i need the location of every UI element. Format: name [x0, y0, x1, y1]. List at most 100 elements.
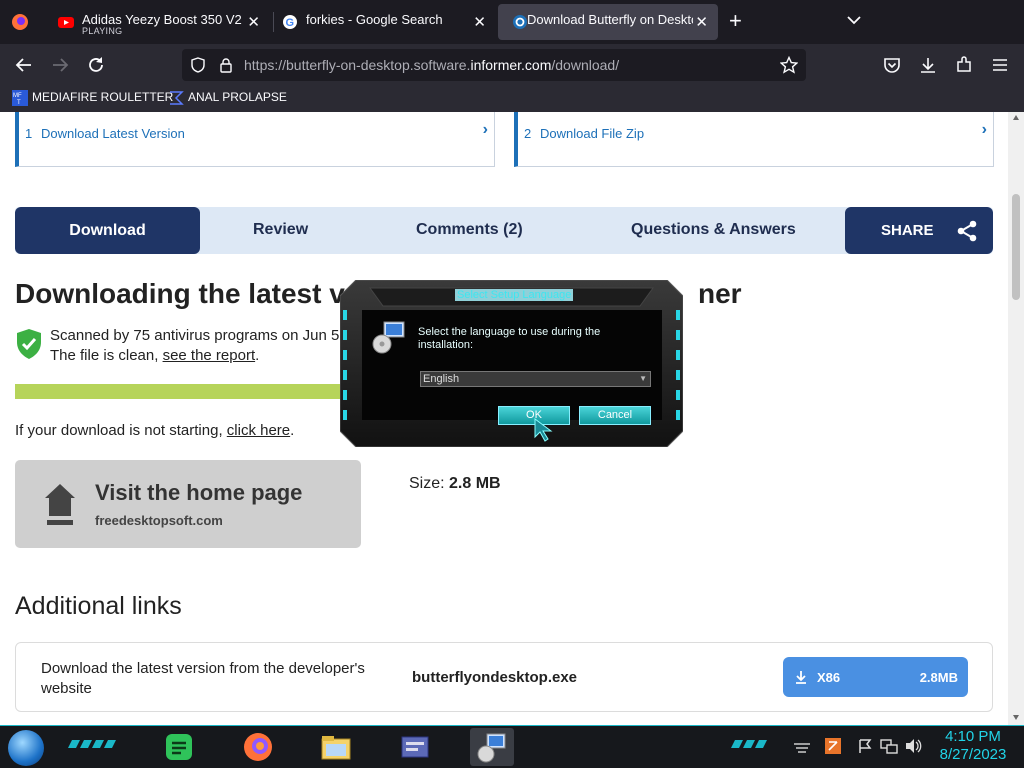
tab-google[interactable]: G forkies - Google Search ✕: [268, 4, 496, 40]
additional-link-row: Download the latest version from the dev…: [15, 642, 993, 712]
additional-links-heading: Additional links: [15, 592, 182, 620]
network-icon[interactable]: [880, 738, 898, 754]
share-icon: [957, 220, 977, 242]
tab-comments[interactable]: Comments (2): [416, 221, 523, 239]
firefox-icon[interactable]: [241, 730, 275, 764]
page-scrollbar[interactable]: [1008, 112, 1024, 725]
download-arrow-icon: [796, 671, 806, 684]
close-icon[interactable]: ✕: [247, 13, 260, 31]
page-tabs: Download Review Comments (2) Questions &…: [15, 207, 993, 254]
menu-icon[interactable]: [990, 55, 1010, 75]
svg-text:G: G: [286, 17, 295, 29]
browser-tab-bar: Adidas Yeezy Boost 350 V2 Bone PLAYING ✕…: [0, 0, 1024, 44]
extensions-icon[interactable]: [954, 55, 974, 75]
close-icon[interactable]: ✕: [695, 13, 708, 31]
taskbar-decoration: [68, 740, 116, 748]
download-icon[interactable]: [918, 55, 938, 75]
notes-app-icon[interactable]: [162, 730, 196, 764]
scroll-up-icon[interactable]: [1012, 114, 1020, 122]
back-arrow-icon[interactable]: [14, 55, 34, 75]
step-download-latest[interactable]: 1 Download Latest Version ›: [15, 112, 495, 167]
tab-questions-answers[interactable]: Questions & Answers: [631, 221, 796, 239]
pocket-icon[interactable]: [882, 55, 902, 75]
see-report-link[interactable]: see the report: [163, 347, 256, 364]
reload-icon[interactable]: [86, 55, 106, 75]
star-icon[interactable]: [780, 56, 798, 74]
lock-icon[interactable]: [218, 57, 234, 73]
bookmark-mediafire[interactable]: MF T MEDIAFIRE ROULETTER: [12, 90, 173, 106]
system-clock[interactable]: 4:10 PM 8/27/2023: [938, 728, 1008, 764]
step-number: 1: [25, 126, 33, 141]
language-select[interactable]: English ▼: [420, 371, 651, 387]
scroll-thumb[interactable]: [1012, 194, 1020, 300]
visit-homepage-button[interactable]: Visit the home page freedesktopsoft.com: [15, 460, 361, 548]
close-icon[interactable]: ✕: [473, 13, 486, 31]
not-starting-text: If your download is not starting, click …: [15, 422, 295, 439]
control-panel-icon[interactable]: [398, 730, 432, 764]
tab-youtube[interactable]: Adidas Yeezy Boost 350 V2 Bone PLAYING ✕: [44, 4, 270, 40]
file-size: Size: 2.8 MB: [409, 475, 501, 492]
page-title: Downloading the latest ve ner: [15, 278, 742, 309]
tray-app-icon[interactable]: [825, 738, 841, 754]
homepage-title: Visit the home page: [95, 480, 303, 505]
chevron-down-icon[interactable]: [846, 12, 862, 28]
clock-time: 4:10 PM: [945, 728, 1001, 745]
dropdown-arrow-icon: ▼: [639, 374, 647, 383]
link-filename: butterflyondesktop.exe: [412, 669, 578, 686]
tab-title: Download Butterfly on Desktop: [527, 12, 693, 27]
tab-review[interactable]: Review: [253, 221, 308, 239]
tab-informer[interactable]: Download Butterfly on Desktop ✕: [498, 4, 718, 40]
bookmark-item[interactable]: ANAL PROLAPSE: [168, 90, 287, 106]
youtube-icon: [58, 17, 74, 28]
tab-download[interactable]: Download: [15, 207, 200, 254]
setup-computer-icon: [372, 321, 405, 354]
tab-title: Adidas Yeezy Boost 350 V2 Bone: [82, 12, 244, 27]
taskbar: 4:10 PM 8/27/2023: [0, 725, 1024, 768]
chevron-right-icon: ›: [981, 121, 987, 138]
navigation-bar: https://butterfly-on-desktop.software.in…: [0, 44, 1024, 86]
link-description: Download the latest version from the dev…: [41, 660, 365, 697]
step-number: 2: [524, 126, 532, 141]
start-orb-button[interactable]: [8, 730, 44, 766]
step-download-zip[interactable]: 2 Download File Zip ›: [514, 112, 994, 167]
taskbar-active-app[interactable]: [470, 728, 514, 766]
setup-app-icon: [477, 733, 506, 763]
download-x86-button[interactable]: X86 2.8MB: [783, 657, 968, 697]
home-icon: [45, 484, 75, 525]
scroll-down-icon[interactable]: [1012, 713, 1020, 721]
new-tab-button[interactable]: +: [729, 9, 742, 33]
url-bar[interactable]: https://butterfly-on-desktop.software.in…: [182, 49, 806, 81]
show-hidden-icons-icon[interactable]: [792, 740, 812, 754]
bookmarks-toolbar: MF T MEDIAFIRE ROULETTER ANAL PROLAPSE: [0, 86, 1024, 112]
language-value: English: [423, 373, 460, 385]
flag-icon[interactable]: [857, 738, 873, 754]
download-size: 2.8MB: [919, 670, 958, 685]
cancel-button[interactable]: Cancel: [579, 406, 651, 425]
google-icon: G: [283, 15, 297, 29]
informer-icon: [513, 15, 527, 29]
shield-check-icon: [17, 329, 41, 359]
clock-date: 8/27/2023: [939, 746, 1007, 763]
share-label: SHARE: [881, 222, 934, 239]
chevron-right-icon: ›: [482, 121, 488, 138]
scan-info: Scanned by 75 antivirus programs on Jun …: [50, 327, 344, 364]
share-button[interactable]: SHARE: [845, 207, 993, 254]
url-text: https://butterfly-on-desktop.software.in…: [244, 57, 620, 73]
volume-icon[interactable]: [904, 738, 922, 754]
tab-title: forkies - Google Search: [306, 12, 443, 27]
forward-arrow-icon[interactable]: [50, 55, 70, 75]
dialog-title: Select Setup Language: [455, 289, 574, 301]
svg-text:MF: MF: [13, 93, 22, 99]
mouse-cursor-icon: [534, 418, 553, 442]
click-here-link[interactable]: click here: [227, 422, 290, 439]
arch-label: X86: [817, 670, 841, 685]
svg-text:T: T: [17, 100, 21, 106]
taskbar-decoration: [731, 740, 767, 748]
dialog-message: Select the language to use during the in…: [418, 326, 601, 351]
shield-icon[interactable]: [190, 57, 206, 73]
file-explorer-icon[interactable]: [319, 730, 353, 764]
firefox-view-icon[interactable]: [10, 12, 30, 32]
bookmark-icon: [170, 91, 184, 105]
step-label: Download Latest Version: [41, 126, 185, 141]
step-label: Download File Zip: [540, 126, 645, 141]
